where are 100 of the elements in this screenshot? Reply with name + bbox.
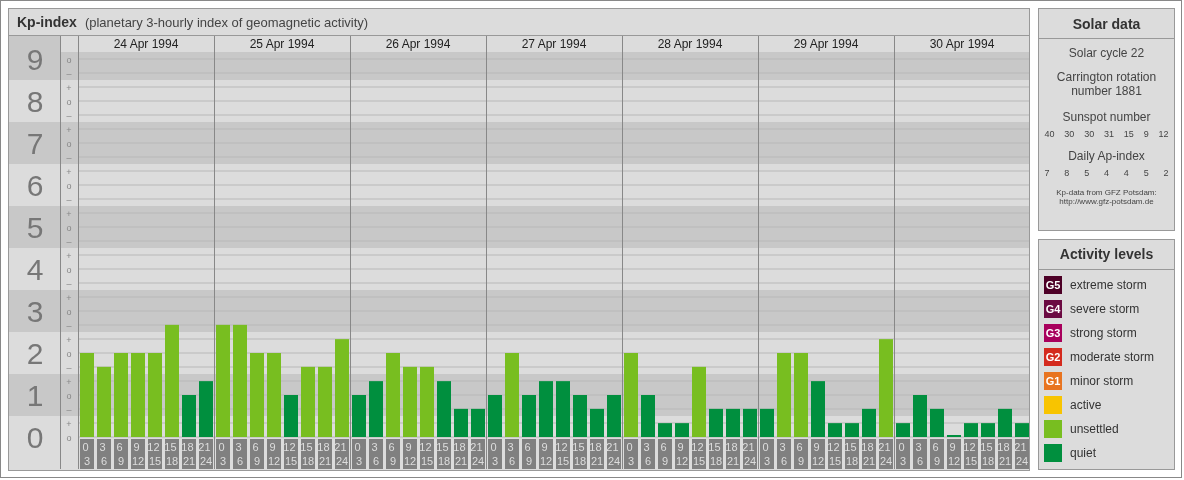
data-source-text: Kp-data from GFZ Potsdam: bbox=[1056, 188, 1157, 197]
y-tick-label: 1 bbox=[26, 379, 44, 412]
ap-index-value: 7 bbox=[1044, 168, 1050, 178]
sunspot-number-value: 12 bbox=[1158, 129, 1169, 139]
time-period-label: 9 12 bbox=[267, 439, 281, 469]
date-label: 30 Apr 1994 bbox=[929, 37, 995, 51]
panel-title: Solar data bbox=[1039, 9, 1174, 39]
kp-bar bbox=[369, 381, 383, 437]
level-label: minor storm bbox=[1070, 373, 1134, 388]
kp-third-mark: – bbox=[66, 363, 72, 373]
time-period-label: 21 24 bbox=[1014, 439, 1029, 469]
date-label: 26 Apr 1994 bbox=[385, 37, 451, 51]
time-period-label: 3 6 bbox=[505, 439, 519, 469]
time-period-label: 15 18 bbox=[708, 439, 723, 469]
time-period-label: 3 6 bbox=[641, 439, 655, 469]
kp-third-mark: + bbox=[66, 167, 72, 177]
kp-third-mark: – bbox=[66, 69, 72, 79]
time-period-label: 15 18 bbox=[300, 439, 315, 469]
kp-bar bbox=[1015, 423, 1029, 437]
time-period-label: 21 24 bbox=[470, 439, 485, 469]
time-period-label: 18 21 bbox=[181, 439, 196, 469]
y-tick-label: 8 bbox=[26, 85, 44, 118]
kp-third-mark: – bbox=[66, 111, 72, 121]
level-badge: G3 bbox=[1044, 323, 1062, 342]
kp-bar bbox=[182, 395, 196, 437]
time-period-label: 12 15 bbox=[827, 439, 842, 469]
kp-bar bbox=[454, 408, 468, 437]
time-period-label: 12 15 bbox=[555, 439, 570, 469]
time-period-label: 9 12 bbox=[675, 439, 689, 469]
ap-index-value: 5 bbox=[1084, 168, 1090, 178]
level-badge: G5 bbox=[1044, 275, 1062, 294]
kp-third-mark: o bbox=[66, 349, 72, 359]
time-period-label: 0 3 bbox=[352, 439, 366, 469]
kp-bar bbox=[199, 381, 213, 437]
time-period-label: 9 12 bbox=[131, 439, 145, 469]
sunspot-number-value: 31 bbox=[1104, 129, 1114, 139]
time-period-label: 0 3 bbox=[760, 439, 774, 469]
kp-bar bbox=[726, 408, 740, 437]
time-period-label: 6 9 bbox=[658, 439, 672, 469]
kp-third-mark: – bbox=[66, 279, 72, 289]
y-tick-label: 5 bbox=[26, 211, 44, 244]
time-period-label: 3 6 bbox=[97, 439, 111, 469]
kp-bar bbox=[607, 395, 621, 437]
time-period-label: 12 15 bbox=[963, 439, 978, 469]
kp-bar bbox=[471, 408, 485, 437]
kp-third-mark: – bbox=[66, 153, 72, 163]
time-period-label: 18 21 bbox=[453, 439, 468, 469]
chart-subtitle: (planetary 3-hourly index of geomagnetic activity) bbox=[84, 14, 369, 30]
time-period-label: 3 6 bbox=[369, 439, 383, 469]
level-label: active bbox=[1070, 397, 1102, 412]
level-label: severe storm bbox=[1070, 301, 1140, 316]
kp-bar bbox=[641, 395, 655, 437]
time-period-label: 15 18 bbox=[844, 439, 859, 469]
kp-third-mark: o bbox=[66, 181, 72, 191]
time-period-label: 18 21 bbox=[725, 439, 740, 469]
kp-third-mark: + bbox=[66, 335, 72, 345]
level-badge: G4 bbox=[1044, 299, 1062, 318]
time-period-label: 21 24 bbox=[334, 439, 349, 469]
time-period-label: 21 24 bbox=[742, 439, 757, 469]
kp-third-mark: – bbox=[66, 405, 72, 415]
level-label: strong storm bbox=[1070, 325, 1137, 340]
date-label: 24 Apr 1994 bbox=[113, 37, 179, 51]
time-period-label: 0 3 bbox=[80, 439, 94, 469]
sunspot-number-value: 30 bbox=[1064, 129, 1075, 139]
solar-cycle-text: Solar cycle 22 bbox=[1068, 46, 1145, 60]
kp-bar bbox=[352, 395, 366, 437]
kp-bar bbox=[981, 423, 995, 437]
level-badge: G1 bbox=[1044, 371, 1062, 390]
kp-bar bbox=[760, 408, 774, 437]
y-tick-label: 7 bbox=[26, 127, 44, 160]
kp-bar bbox=[709, 408, 723, 437]
time-period-label: 6 9 bbox=[114, 439, 128, 469]
y-tick-label: 9 bbox=[26, 43, 44, 76]
time-period-label: 6 9 bbox=[250, 439, 264, 469]
kp-bar bbox=[692, 366, 706, 437]
level-label: quiet bbox=[1070, 445, 1097, 460]
kp-bar bbox=[318, 366, 332, 437]
kp-third-mark: + bbox=[66, 419, 72, 429]
time-period-label: 15 18 bbox=[980, 439, 995, 469]
kp-third-mark: + bbox=[66, 251, 72, 261]
ap-index-value: 4 bbox=[1123, 168, 1129, 178]
kp-third-mark: + bbox=[66, 293, 72, 303]
time-period-label: 12 15 bbox=[147, 439, 162, 469]
sunspot-number-label: Sunspot number bbox=[1062, 110, 1151, 124]
kp-third-mark: – bbox=[66, 321, 72, 331]
time-period-label: 21 24 bbox=[878, 439, 893, 469]
date-label: 25 Apr 1994 bbox=[249, 37, 315, 51]
time-period-label: 0 3 bbox=[896, 439, 910, 469]
time-period-label: 21 24 bbox=[198, 439, 213, 469]
kp-third-mark: o bbox=[66, 265, 72, 275]
chart-title: Kp-index bbox=[17, 14, 77, 30]
date-label: 28 Apr 1994 bbox=[657, 37, 723, 51]
time-period-label: 9 12 bbox=[403, 439, 417, 469]
kp-bar bbox=[743, 408, 757, 437]
time-period-label: 3 6 bbox=[913, 439, 927, 469]
time-period-label: 18 21 bbox=[997, 439, 1012, 469]
kp-third-mark: o bbox=[66, 433, 72, 443]
time-period-label: 3 6 bbox=[777, 439, 791, 469]
time-period-label: 0 3 bbox=[488, 439, 502, 469]
time-period-label: 15 18 bbox=[436, 439, 451, 469]
